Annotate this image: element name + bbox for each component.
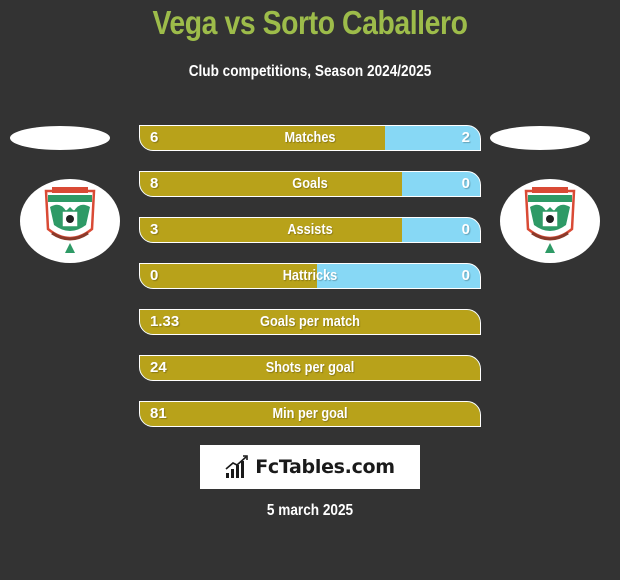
stat-label: Hattricks bbox=[282, 267, 338, 284]
stats-comparison: 6 Matches 2 8 Goals 0 3 Assists 0 0 Hatt… bbox=[139, 125, 481, 447]
stat-row-goals-per-match: 1.33 Goals per match bbox=[139, 309, 481, 335]
stat-label: Goals per match bbox=[260, 313, 360, 330]
left-value: 8 bbox=[150, 175, 159, 192]
stat-row-min-per-goal: 81 Min per goal bbox=[139, 401, 481, 427]
stat-row-shots-per-goal: 24 Shots per goal bbox=[139, 355, 481, 381]
right-value: 0 bbox=[461, 267, 470, 284]
left-value: 81 bbox=[150, 405, 167, 422]
marathon-club-crest-icon bbox=[524, 187, 576, 253]
right-player-name-placeholder bbox=[490, 126, 590, 150]
page-title: Vega vs Sorto Caballero bbox=[152, 4, 468, 41]
bar-chart-icon bbox=[225, 455, 248, 478]
right-value: 0 bbox=[461, 221, 470, 238]
left-value: 0 bbox=[150, 267, 159, 284]
stat-row-goals: 8 Goals 0 bbox=[139, 171, 481, 197]
right-value: 0 bbox=[461, 175, 470, 192]
left-team-crest bbox=[20, 179, 120, 263]
right-team-crest bbox=[500, 179, 600, 263]
stat-row-assists: 3 Assists 0 bbox=[139, 217, 481, 243]
stat-label: Assists bbox=[287, 221, 333, 238]
right-value: 2 bbox=[461, 129, 470, 146]
left-value: 6 bbox=[150, 129, 159, 146]
stat-label: Matches bbox=[284, 129, 336, 146]
marathon-club-crest-icon bbox=[44, 187, 96, 253]
fctables-logo[interactable]: FcTables.com bbox=[200, 445, 420, 489]
stat-label: Min per goal bbox=[272, 405, 348, 422]
left-value: 24 bbox=[150, 359, 167, 376]
competition-subtitle: Club competitions, Season 2024/2025 bbox=[188, 63, 432, 80]
stat-label: Shots per goal bbox=[265, 359, 355, 376]
stat-label: Goals bbox=[292, 175, 328, 192]
stat-row-matches: 6 Matches 2 bbox=[139, 125, 481, 151]
left-player-name-placeholder bbox=[10, 126, 110, 150]
left-value: 3 bbox=[150, 221, 159, 238]
logo-text: FcTables.com bbox=[255, 456, 395, 478]
report-date: 5 march 2025 bbox=[266, 502, 354, 519]
stat-row-hattricks: 0 Hattricks 0 bbox=[139, 263, 481, 289]
